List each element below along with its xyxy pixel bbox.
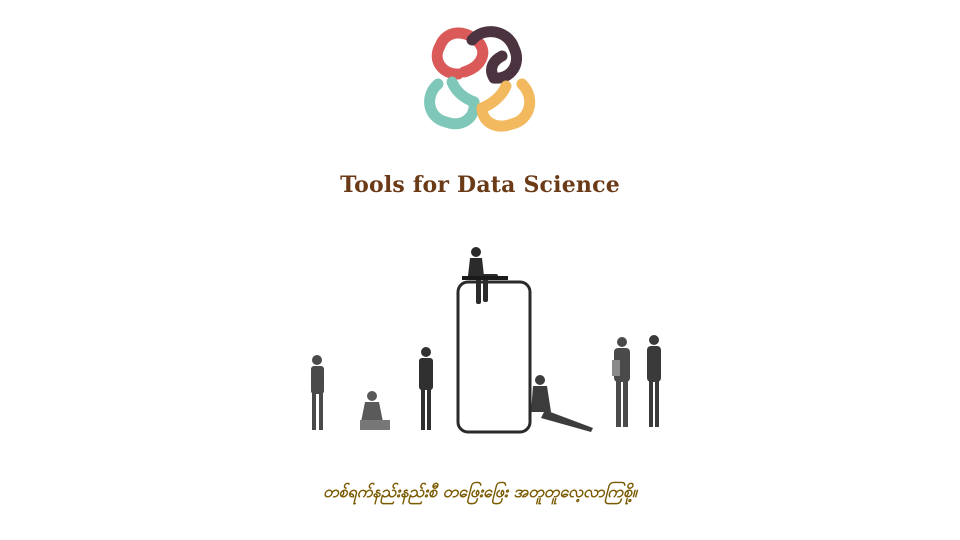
- page-title: Tools for Data Science: [340, 172, 620, 198]
- person-standing-icon: [419, 347, 433, 430]
- person-standing-icon: [311, 355, 324, 430]
- people-standing-right-icon: [612, 335, 661, 427]
- tagline-text: တစ်ရက်နည်းနည်းစီ တဖြေးဖြေး အတူတူလေ့လာကြစ…: [323, 482, 637, 501]
- giant-phone-icon: [456, 280, 532, 434]
- person-leaning-icon: [531, 375, 593, 432]
- person-sitting-icon: [360, 391, 390, 430]
- interlocking-rings-logo-icon: [424, 26, 536, 132]
- people-around-giant-phone-illustration: [311, 247, 593, 434]
